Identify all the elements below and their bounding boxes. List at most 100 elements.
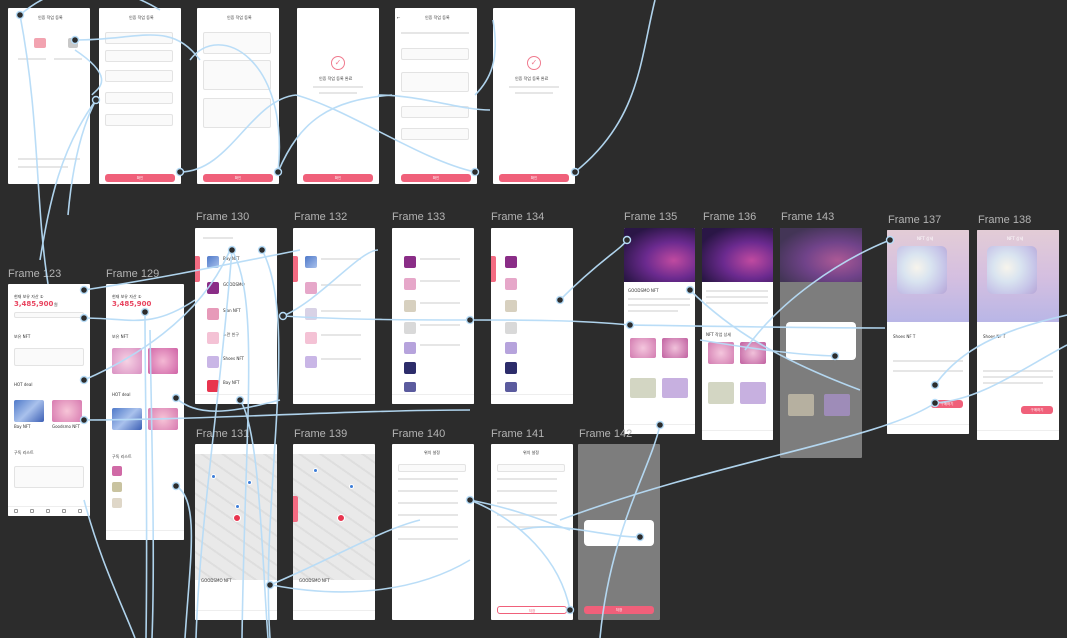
confirm-button[interactable]: 확인 [401,174,471,182]
frame-market-list-2[interactable] [293,228,375,404]
check-icon: ✓ [331,56,345,70]
map-view[interactable] [293,454,375,580]
buy-button[interactable]: 구매하기 [931,400,963,408]
frame-label: Frame 130 [196,211,250,223]
frame-label: Frame 135 [624,211,678,223]
frame-label: Frame 131 [196,428,250,440]
frame-label: Frame 129 [106,268,160,280]
save-button[interactable]: 저장 [584,606,654,614]
tab-bar [106,530,184,540]
balance-value: 3,485,900 [14,300,54,308]
settings-title: 위치 설정 [523,450,539,455]
profile-icon[interactable] [78,509,82,513]
related-title: NFT 작업 상세 [706,332,731,337]
section-hot: HOT deal [112,392,131,397]
save-button[interactable]: 저장 [497,606,567,614]
frame-label: Frame 132 [294,211,348,223]
map-pin-icon[interactable] [233,514,241,522]
nft-image[interactable] [14,400,44,422]
nft-name: Goodsmo NFT [52,424,80,429]
section-hot: HOT deal [14,382,33,387]
side-tab[interactable] [195,256,200,282]
frame-label: Frame 138 [978,214,1032,226]
list-item[interactable]: Bay NFT [223,380,240,385]
frame-auth-complete-2[interactable]: ✓ 인증 작업 등록 완료 확인 [493,8,575,184]
chat-icon[interactable] [62,509,66,513]
side-tab[interactable] [293,256,298,282]
frame-settings-2[interactable]: 위치 설정 저장 [491,444,573,620]
frame-label: Frame 137 [888,214,942,226]
frame-settings[interactable]: 위치 설정 [392,444,474,620]
map-icon[interactable] [46,509,50,513]
frame-title: 인증 작업 등록 [227,15,252,20]
list-item[interactable]: GOODSMO [223,282,245,287]
confirm-button[interactable]: 확인 [303,174,373,182]
popup-modal[interactable] [786,322,856,360]
frame-auth-form-1[interactable]: 인증 작업 등록 확인 [99,8,181,184]
frame-title: 인증 작업 등록 [129,15,154,20]
map-title: GOODSMO NFT [299,578,330,583]
frame-nft-detail-2[interactable]: NFT 작업 상세 [702,228,773,440]
frame-label: Frame 136 [703,211,757,223]
frame-market-list-4[interactable] [491,228,573,404]
confirm-button[interactable]: 확인 [203,174,273,182]
balance-unit: 원 [54,302,58,307]
frame-nft-detail-modal[interactable] [780,228,862,458]
complete-message: 인증 작업 등록 완료 [515,76,549,81]
check-icon: ✓ [527,56,541,70]
frame-label: Frame 143 [781,211,835,223]
nft-name: Bay NFT [14,424,31,429]
market-icon[interactable] [30,509,34,513]
frame-nft-detail[interactable]: GOODSMO NFT [624,228,695,434]
frame-label: Frame 123 [8,268,62,280]
back-icon[interactable]: ← [397,15,400,20]
section-subscription: 구독 리스트 [112,454,132,459]
frame-map[interactable]: GOODSMO NFT [195,444,277,620]
frame-market-list-3[interactable] [392,228,474,404]
frame-title: 인증 작업 등록 [38,15,63,20]
list-item[interactable]: Shoes NFT [223,356,244,361]
product-name: Shoes NF T [893,334,916,339]
section-subscription: 구독 리스트 [14,450,34,455]
frame-product[interactable]: NFT 상세 Shoes NF T 구매하기 [887,230,969,434]
frame-label: Frame 142 [579,428,633,440]
tab-bar [8,506,90,516]
calendar-icon [34,38,46,48]
frame-title: 인증 작업 등록 [425,15,450,20]
frame-auth-form-3[interactable]: ← 인증 작업 등록 확인 [395,8,477,184]
frame-label: Frame 140 [392,428,446,440]
frame-settings-modal[interactable]: 저장 [578,444,660,620]
camera-icon [68,38,78,48]
frame-market-list[interactable]: Bay NFT GOODSMO Sian NFT 노란 친구 Shoes NFT… [195,228,277,404]
nft-image[interactable] [52,400,82,422]
confirm-button[interactable]: 확인 [105,174,175,182]
frame-label: Frame 139 [294,428,348,440]
frame-home-scroll[interactable]: 현재 보유 자산 ① 3,485,900 보유 NFT HOT deal 구독 … [106,284,184,540]
frame-home[interactable]: 현재 보유 자산 ① 3,485,900 원 보유 NFT HOT deal B… [8,284,90,516]
home-icon[interactable] [14,509,18,513]
list-item[interactable]: Bay NFT [223,256,240,261]
side-tab[interactable] [491,256,496,282]
list-item[interactable]: Sian NFT [223,308,241,313]
popup-modal[interactable] [584,520,654,546]
prototype-canvas: 인증 작업 등록 인증 작업 등록 확인 인증 작업 등록 확인 ✓ 인증 작업… [0,0,1067,638]
frame-auth-select[interactable]: 인증 작업 등록 [8,8,90,184]
confirm-button[interactable]: 확인 [499,174,569,182]
frame-auth-complete-1[interactable]: ✓ 인증 작업 등록 완료 확인 [297,8,379,184]
balance-value: 3,485,900 [112,300,152,308]
buy-button[interactable]: 구매하기 [1021,406,1053,414]
list-item[interactable]: 노란 친구 [223,332,239,338]
product-name: Shoes NF T [983,334,1006,339]
product-title: NFT 상세 [1007,236,1024,241]
frame-product-2[interactable]: NFT 상세 Shoes NF T 구매하기 [977,230,1059,440]
frame-map-2[interactable]: GOODSMO NFT [293,444,375,620]
product-title: NFT 상세 [917,236,934,241]
detail-title: GOODSMO NFT [628,288,659,293]
settings-title: 위치 설정 [424,450,440,455]
frame-auth-form-2[interactable]: 인증 작업 등록 확인 [197,8,279,184]
frame-label: Frame 133 [392,211,446,223]
frame-label: Frame 134 [491,211,545,223]
hero-image [624,228,695,282]
map-pin-icon[interactable] [337,514,345,522]
section-nft: 보유 NFT [14,334,31,339]
